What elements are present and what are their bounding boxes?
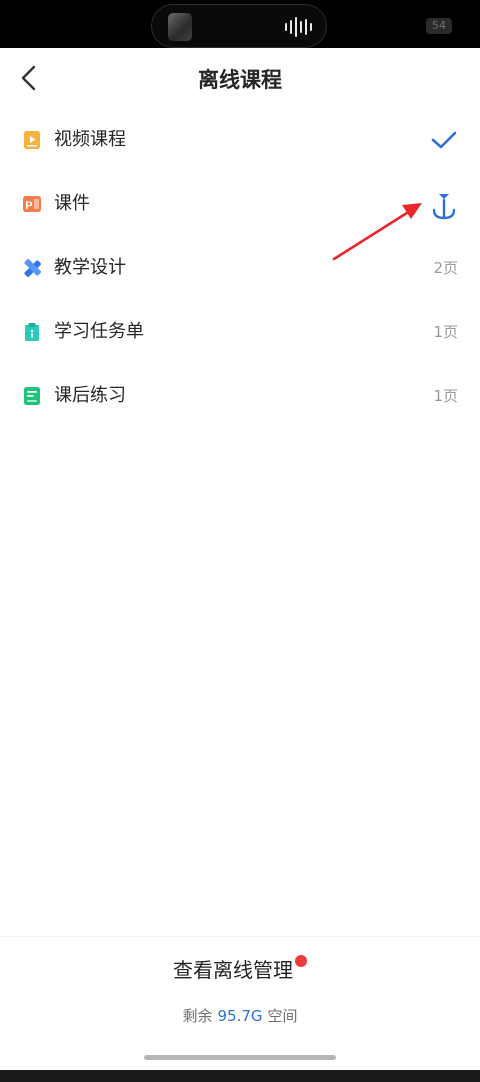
clipboard-icon: [25, 323, 39, 341]
page-count: 1页: [433, 323, 458, 341]
bottom-strip: [0, 1070, 480, 1082]
offline-management-button[interactable]: 查看离线管理: [0, 955, 480, 985]
storage-suffix: 空间: [267, 1007, 298, 1025]
list-item-exercises[interactable]: 课后练习 1页: [0, 368, 480, 424]
page-count: 1页: [433, 387, 458, 405]
page-title: 离线课程: [198, 68, 282, 92]
storage-info: 剩余 95.7G 空间: [0, 1005, 480, 1027]
bottom-panel: 查看离线管理 剩余 95.7G 空间: [0, 936, 480, 1071]
offline-course-screen: 离线课程 视频课程 P 课件 教学设计 2页 学习任务单 1页 课后练习 1页 …: [0, 48, 480, 1071]
list-item-video-course[interactable]: 视频课程: [0, 112, 480, 168]
item-label: 课后练习: [54, 385, 126, 406]
checkmark-icon: [431, 131, 457, 149]
storage-value: 95.7G: [217, 1007, 263, 1025]
item-label: 教学设计: [54, 257, 126, 278]
list-item-courseware[interactable]: P 课件: [0, 176, 480, 232]
download-icon[interactable]: [428, 190, 460, 222]
list-item-task-sheet[interactable]: 学习任务单 1页: [0, 304, 480, 360]
ppt-icon: P: [23, 196, 41, 212]
offline-management-label: 查看离线管理: [173, 958, 293, 982]
list-item-teaching-design[interactable]: 教学设计 2页: [0, 240, 480, 296]
item-label: 视频课程: [54, 129, 126, 150]
item-label: 学习任务单: [54, 321, 144, 342]
svg-text:P: P: [25, 200, 32, 212]
status-bar: 54: [0, 0, 480, 48]
battery-indicator: 54: [426, 18, 452, 34]
page-count: 2页: [433, 259, 458, 277]
design-icon: [24, 259, 41, 277]
notebook-icon: [24, 387, 40, 405]
notification-dot: [295, 955, 307, 967]
dynamic-island[interactable]: [151, 4, 327, 48]
item-label: 课件: [54, 193, 90, 214]
navigation-bar: 离线课程: [0, 48, 480, 108]
storage-prefix: 剩余: [182, 1007, 213, 1025]
video-icon: [24, 131, 40, 149]
audio-waveform-icon: [285, 17, 312, 37]
home-indicator[interactable]: [144, 1055, 336, 1060]
media-thumbnail: [168, 13, 192, 41]
